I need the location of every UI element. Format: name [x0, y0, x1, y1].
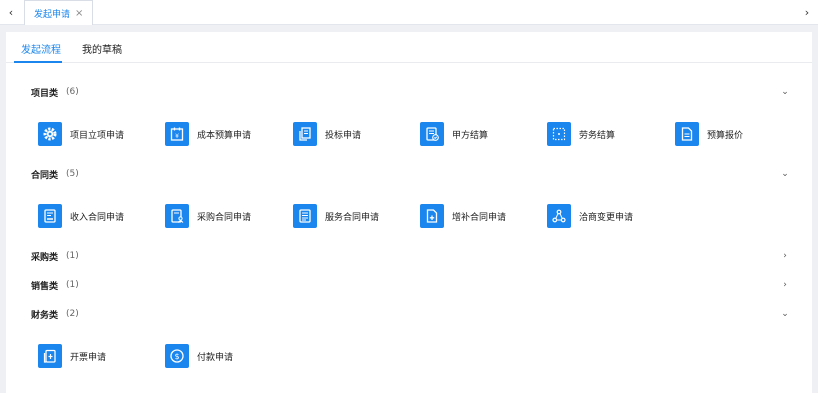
item-label: 洽商变更申请: [579, 212, 634, 223]
category-header-purchase[interactable]: 采购类 (1) ›: [31, 249, 791, 263]
category-count: (1): [66, 280, 79, 290]
chevron-down-icon[interactable]: ⌄: [779, 307, 791, 321]
page-tab-apply[interactable]: 发起申请 ×: [24, 0, 93, 25]
top-tab-bar: ‹ 发起申请 × ›: [0, 0, 818, 25]
item-label: 成本预算申请: [197, 130, 252, 141]
page-tab-label: 发起申请: [34, 9, 71, 20]
item-party-a-settlement[interactable]: 甲方结算: [420, 121, 488, 147]
category-title: 合同类: [31, 170, 59, 181]
category-header-finance[interactable]: 财务类 (2) ⌄: [31, 307, 791, 321]
item-bidding[interactable]: 投标申请: [293, 121, 361, 147]
svg-text:$: $: [174, 352, 179, 361]
category-count: (2): [66, 309, 79, 319]
category-title: 销售类: [31, 281, 59, 292]
item-change-negotiation[interactable]: 洽商变更申请: [547, 203, 633, 229]
tab-my-drafts[interactable]: 我的草稿: [82, 41, 122, 56]
item-label: 投标申请: [325, 130, 362, 141]
share-network-icon: [547, 204, 571, 228]
item-label: 服务合同申请: [325, 212, 380, 223]
item-label: 甲方结算: [452, 130, 489, 141]
item-label: 开票申请: [70, 352, 107, 363]
chevron-right-icon[interactable]: ›: [779, 249, 791, 263]
contract-person-icon: [165, 204, 189, 228]
chevron-down-icon[interactable]: ⌄: [779, 85, 791, 99]
item-labor-settlement[interactable]: 劳务结算: [547, 121, 615, 147]
document-plus-icon: [420, 204, 444, 228]
item-payment-request[interactable]: $ 付款申请: [165, 343, 233, 369]
item-label: 收入合同申请: [70, 212, 125, 223]
category-count: (5): [66, 169, 79, 179]
category-header-sales[interactable]: 销售类 (1) ›: [31, 278, 791, 292]
category-title: 项目类: [31, 88, 59, 99]
copy-document-icon: [293, 122, 317, 146]
category-count: (6): [66, 87, 79, 97]
document-lines-icon: [293, 204, 317, 228]
item-label: 采购合同申请: [197, 212, 252, 223]
invoice-icon: [38, 344, 62, 368]
gear-icon: [38, 122, 62, 146]
document-check-icon: [420, 122, 444, 146]
item-invoice-request[interactable]: 开票申请: [38, 343, 106, 369]
main-card: 发起流程 我的草稿 项目类 (6) ⌄ 项目立项申请 ¥ 成本预算申请 投标申请…: [6, 32, 812, 393]
subtab-bar: 发起流程 我的草稿: [6, 32, 812, 63]
budget-icon: ¥: [165, 122, 189, 146]
svg-text:¥: ¥: [175, 133, 179, 140]
dollar-circle-icon: $: [165, 344, 189, 368]
tab-start-flow[interactable]: 发起流程: [21, 41, 61, 56]
category-title: 采购类: [31, 252, 59, 263]
chevron-right-icon[interactable]: ›: [779, 278, 791, 292]
active-tab-indicator: [14, 61, 62, 63]
item-label: 增补合同申请: [452, 212, 507, 223]
item-supplementary-contract[interactable]: 增补合同申请: [420, 203, 506, 229]
item-label: 项目立项申请: [70, 130, 125, 141]
item-income-contract[interactable]: 收入合同申请: [38, 203, 124, 229]
item-service-contract[interactable]: 服务合同申请: [293, 203, 379, 229]
item-project-initiation[interactable]: 项目立项申请: [38, 121, 124, 147]
chevron-down-icon[interactable]: ⌄: [779, 167, 791, 181]
item-label: 预算报价: [707, 130, 744, 141]
item-cost-budget[interactable]: ¥ 成本预算申请: [165, 121, 251, 147]
category-header-contract[interactable]: 合同类 (5) ⌄: [31, 167, 791, 181]
category-title: 财务类: [31, 310, 59, 321]
document-icon: [675, 122, 699, 146]
close-icon[interactable]: ×: [75, 8, 83, 19]
dotted-square-icon: [547, 122, 571, 146]
category-count: (1): [66, 251, 79, 261]
item-purchase-contract[interactable]: 采购合同申请: [165, 203, 251, 229]
item-budget-quotation[interactable]: 预算报价: [675, 121, 743, 147]
scroll-left-icon[interactable]: ‹: [2, 0, 20, 25]
item-label: 劳务结算: [579, 130, 616, 141]
item-label: 付款申请: [197, 352, 234, 363]
category-header-project[interactable]: 项目类 (6) ⌄: [31, 85, 791, 99]
scroll-right-icon[interactable]: ›: [798, 0, 816, 25]
contract-icon: [38, 204, 62, 228]
